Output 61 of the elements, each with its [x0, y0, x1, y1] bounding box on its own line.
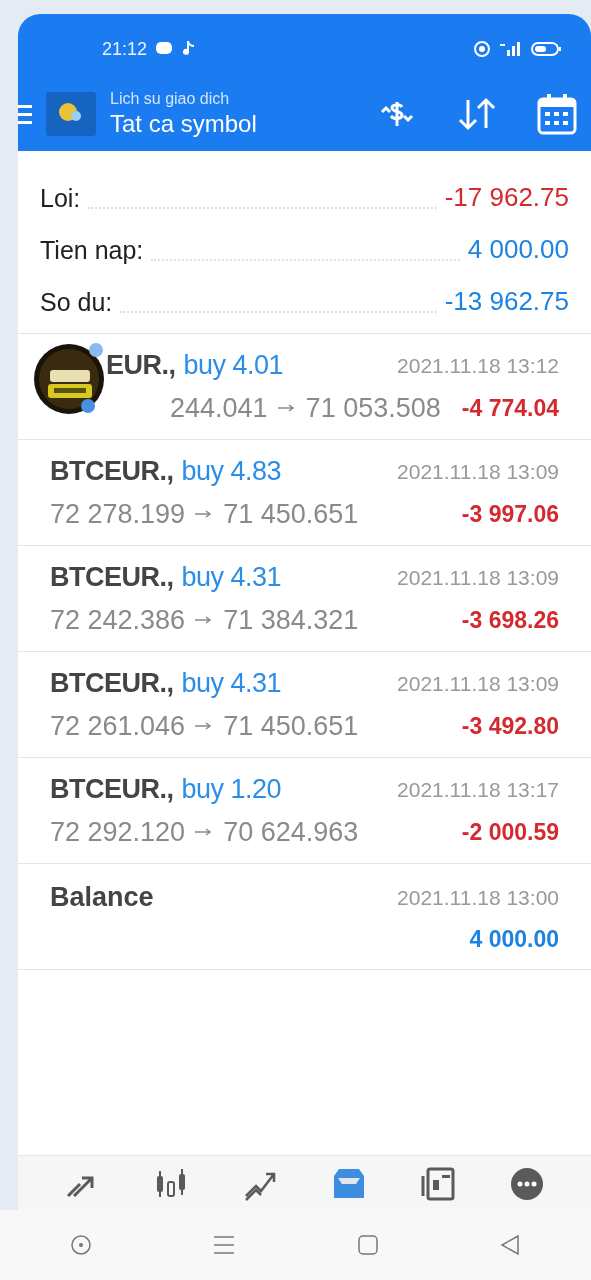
order-type-text: buy 4.01 — [183, 349, 284, 382]
order-type-text: buy 1.20 — [181, 773, 282, 806]
summary-label: Tien nap: — [40, 234, 144, 266]
status-time: 21:12 — [102, 37, 148, 61]
close-price: 71 053.508 — [305, 391, 441, 425]
profit-value: -3 698.26 — [461, 605, 559, 635]
arrow-icon — [195, 827, 214, 836]
order-type-text: buy 4.31 — [181, 561, 282, 594]
close-price: 70 624.963 — [223, 815, 359, 849]
menu-icon[interactable] — [18, 103, 34, 125]
status-circle-icon — [473, 40, 491, 58]
close-price: 71 450.651 — [223, 497, 359, 531]
summary-label: Loi: — [40, 182, 81, 214]
trade-date: 2021.11.18 13:00 — [397, 884, 559, 911]
screen-title[interactable]: Tat ca symbol — [110, 109, 257, 139]
calendar-icon[interactable] — [537, 93, 577, 135]
summary-value: -17 962.75 — [444, 181, 569, 214]
open-price: 72 242.386 — [50, 603, 186, 637]
open-price: 244.041 — [170, 391, 268, 425]
arrow-icon — [195, 509, 214, 518]
summary-label: So du: — [40, 286, 113, 318]
symbol-text: BTCEUR., — [50, 455, 174, 488]
music-note-icon — [181, 40, 196, 58]
trade-date: 2021.11.18 13:09 — [397, 564, 559, 591]
app-logo-icon — [46, 92, 96, 136]
close-price: 71 450.651 — [223, 709, 359, 743]
arrow-icon — [195, 721, 214, 730]
balance-amount: 4 000.00 — [469, 924, 559, 954]
open-price: 72 278.199 — [50, 497, 186, 531]
order-type-text: buy 4.31 — [181, 667, 282, 700]
summary-value: 4 000.00 — [467, 233, 569, 266]
newspaper-icon[interactable] — [419, 1166, 456, 1202]
trade-date: 2021.11.18 13:09 — [397, 458, 559, 485]
open-price: 72 292.120 — [50, 815, 186, 849]
balance-label: Balance — [50, 881, 154, 914]
back-icon[interactable] — [498, 1234, 521, 1256]
battery-icon — [531, 41, 563, 57]
symbol-text: BTCEUR., — [50, 667, 174, 700]
arrow-icon — [277, 403, 296, 412]
order-type-text: buy 4.83 — [181, 455, 282, 488]
symbol-text: EUR., — [106, 349, 176, 382]
assistant-icon[interactable] — [70, 1234, 93, 1256]
profit-value: -4 774.04 — [461, 393, 559, 423]
profit-value: -3 997.06 — [461, 499, 559, 529]
summary-value: -13 962.75 — [444, 285, 569, 318]
symbol-text: BTCEUR., — [50, 773, 174, 806]
trade-date: 2021.11.18 13:09 — [397, 670, 559, 697]
close-price: 71 384.321 — [223, 603, 359, 637]
open-price: 72 261.046 — [50, 709, 186, 743]
chat-bubble-icon[interactable] — [508, 1166, 545, 1202]
trade-date: 2021.11.18 13:12 — [397, 352, 559, 379]
profit-value: -3 492.80 — [461, 711, 559, 741]
home-icon[interactable] — [356, 1234, 379, 1256]
message-icon — [155, 41, 174, 57]
menu-icon[interactable] — [212, 1234, 237, 1256]
profit-value: -2 000.59 — [461, 817, 559, 847]
screen-subtitle: Lich su giao dich — [110, 89, 231, 109]
signal-icon — [499, 41, 523, 57]
symbol-text: BTCEUR., — [50, 561, 174, 594]
arrow-icon — [195, 615, 214, 624]
trade-date: 2021.11.18 13:17 — [397, 776, 559, 803]
